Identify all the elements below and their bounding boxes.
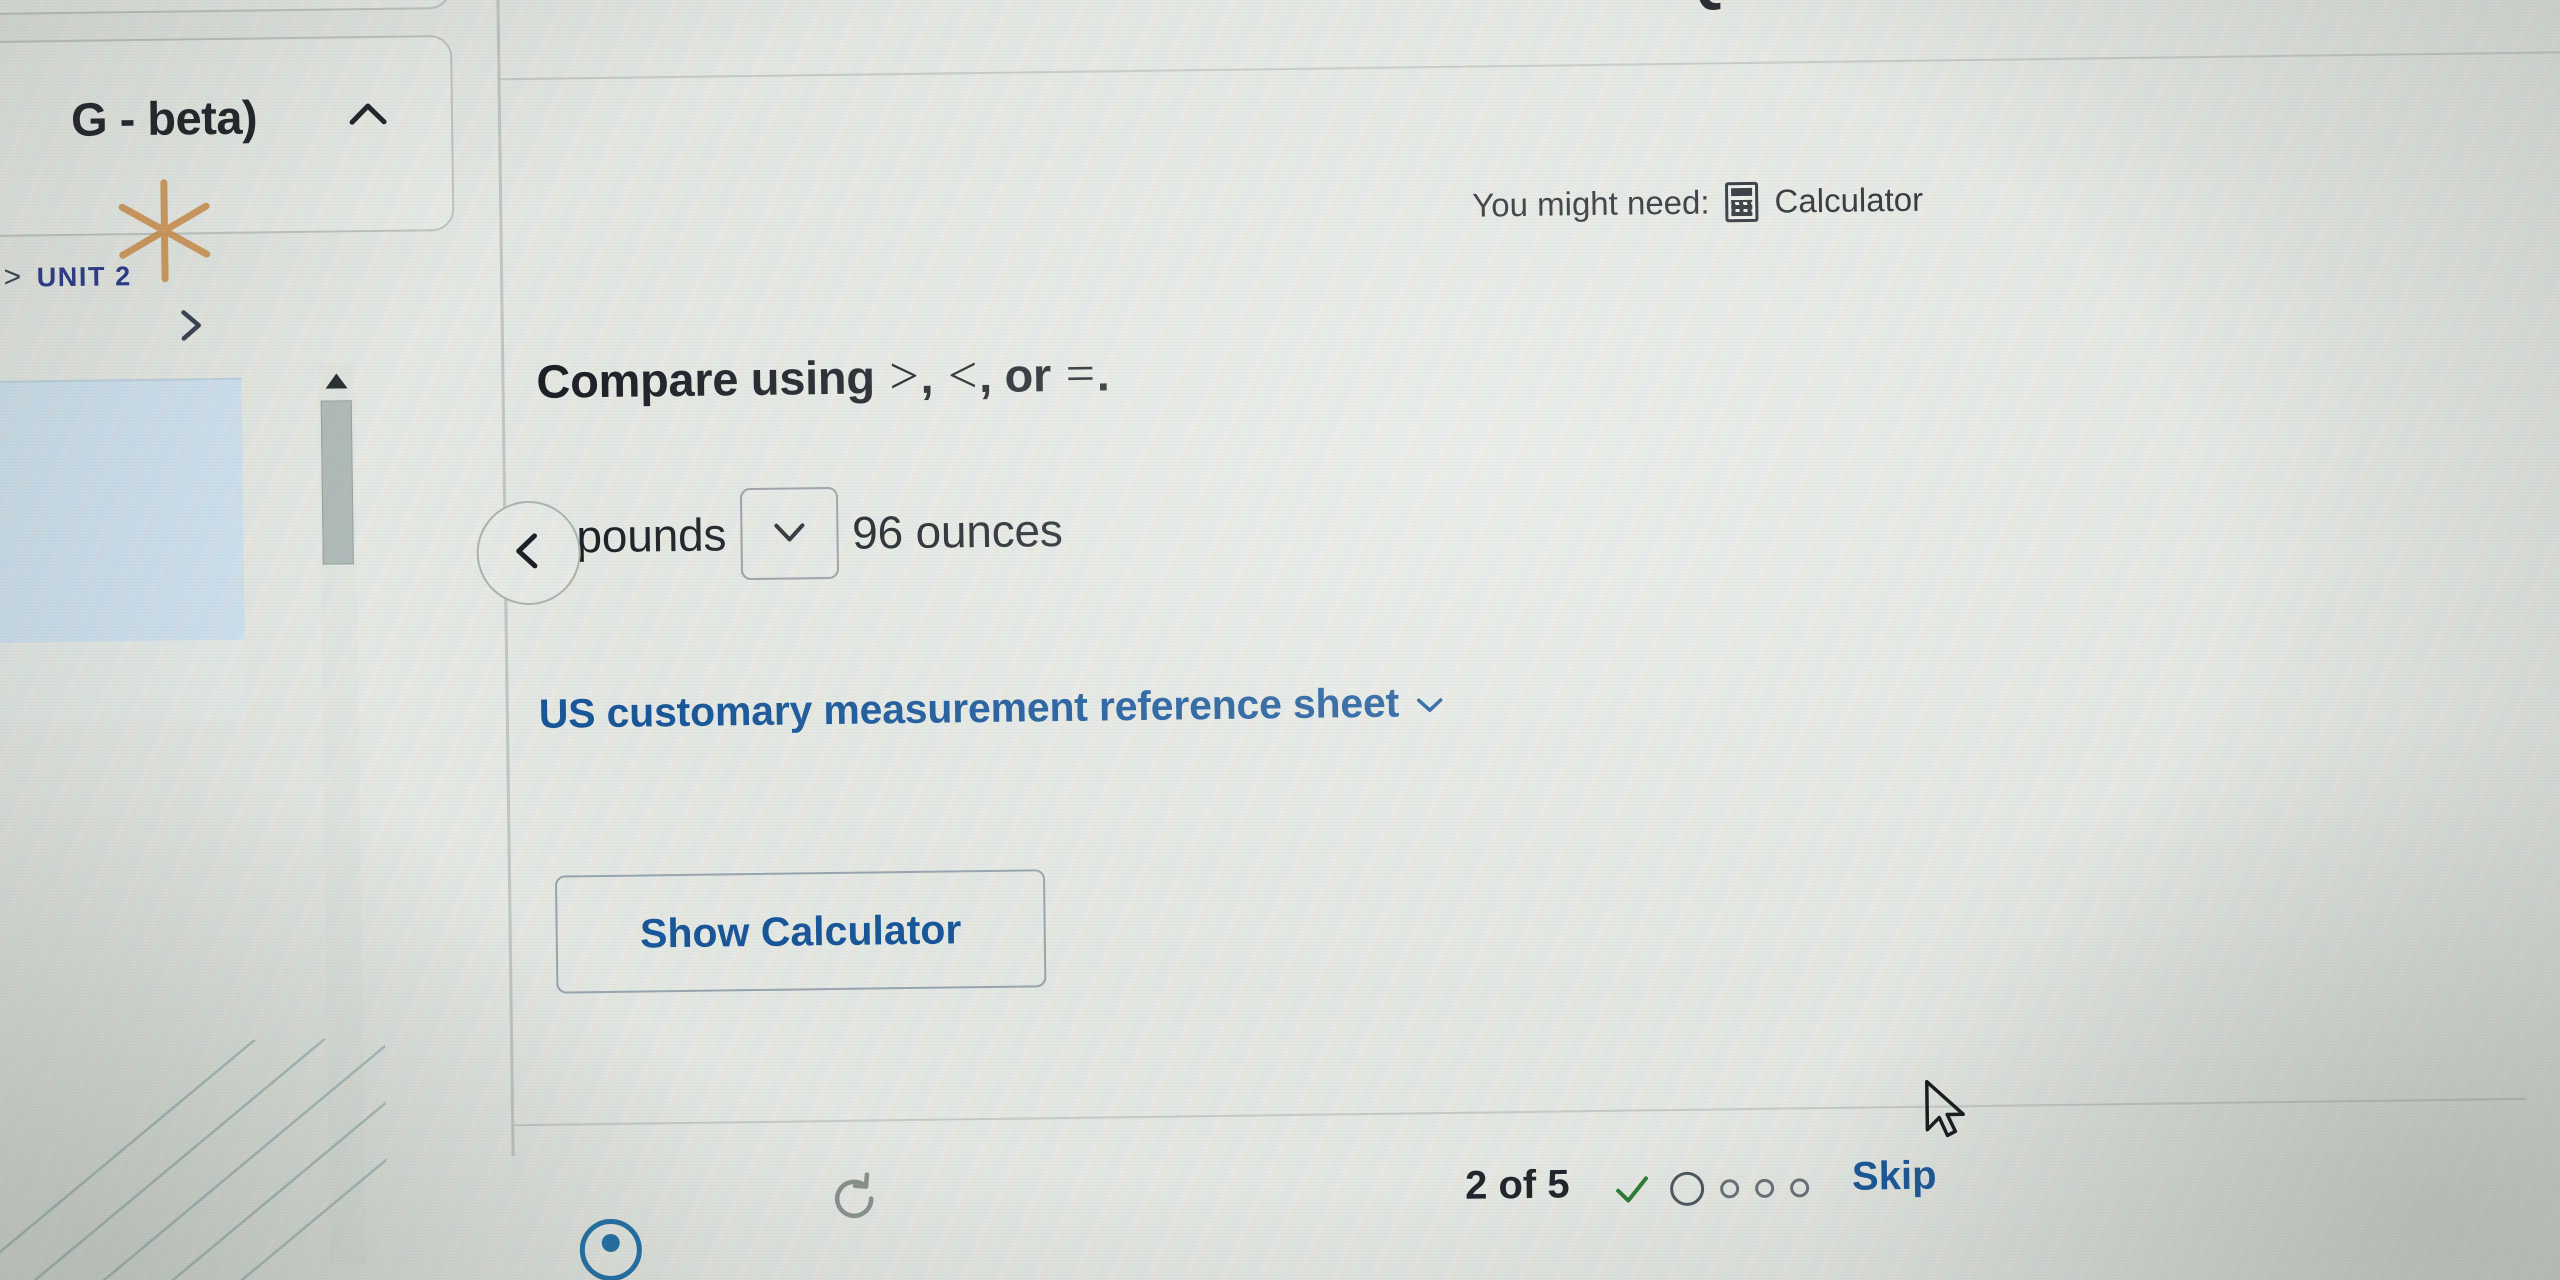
reference-sheet-label: US customary measurement reference sheet <box>538 679 1400 737</box>
reference-sheet-link[interactable]: US customary measurement reference sheet <box>539 679 1448 738</box>
sidebar: G - beta) ... > UNIT 2 <box>0 0 514 1280</box>
main-content: Quiz 2 You might need: Calculator Compar… <box>476 0 2560 1280</box>
chevron-right-icon[interactable] <box>167 302 214 349</box>
scrollbar-thumb[interactable] <box>320 400 354 565</box>
comparator-dropdown[interactable] <box>739 486 839 581</box>
progress-dot[interactable] <box>1755 1178 1775 1198</box>
symbol-greater: > <box>889 347 919 406</box>
progress-dots <box>1612 1167 1810 1210</box>
scroll-up-arrow-icon[interactable] <box>322 368 350 394</box>
chevron-down-icon <box>766 506 813 561</box>
progress-dot[interactable] <box>1790 1177 1810 1197</box>
answer-row: 8 pounds 96 ounces <box>538 484 1063 583</box>
screen-surface: G - beta) ... > UNIT 2 <box>0 0 2560 1280</box>
restart-icon[interactable] <box>827 1171 882 1226</box>
prompt-comma-2: , or <box>978 348 1052 403</box>
progress-dot[interactable] <box>1720 1178 1740 1198</box>
skip-button[interactable]: Skip <box>1852 1154 1937 1200</box>
page-title: Quiz 2 <box>1677 0 1867 13</box>
previous-question-button[interactable] <box>476 500 582 606</box>
decorative-star-icon <box>104 170 226 292</box>
sidebar-task-panel <box>0 377 245 646</box>
check-icon <box>1612 1169 1653 1210</box>
photographed-screen: G - beta) ... > UNIT 2 <box>0 0 2560 1280</box>
prompt-period: . <box>1096 347 1110 401</box>
progress-label: 2 of 5 <box>1464 1162 1570 1208</box>
course-title: G - beta) <box>70 90 258 146</box>
symbol-less: < <box>947 347 978 405</box>
chevron-up-icon[interactable] <box>338 90 399 141</box>
breadcrumb-separator: > <box>3 260 23 294</box>
user-avatar-icon[interactable] <box>579 1218 643 1280</box>
prompt-comma-1: , <box>920 349 934 403</box>
question-prompt: Compare using >, <, or =. <box>536 344 1110 410</box>
chevron-down-icon <box>1413 679 1448 726</box>
prompt-prefix: Compare using <box>536 350 876 408</box>
you-might-need-row: You might need: Calculator <box>1472 180 1923 226</box>
sidebar-task-panel-footer <box>0 639 246 726</box>
mouse-cursor-icon <box>1921 1077 1972 1146</box>
right-quantity: 96 ounces <box>851 503 1063 559</box>
decorative-streaks <box>0 1037 389 1280</box>
show-calculator-button[interactable]: Show Calculator <box>554 869 1047 994</box>
title-divider <box>500 50 2560 81</box>
chevron-left-icon <box>501 523 556 583</box>
progress-dot-current[interactable] <box>1669 1171 1705 1207</box>
symbol-equal: = <box>1065 345 1096 403</box>
you-might-need-label: You might need: <box>1472 183 1710 224</box>
calculator-icon[interactable] <box>1725 181 1759 223</box>
sidebar-card-top <box>0 0 452 18</box>
calculator-label[interactable]: Calculator <box>1774 181 1923 221</box>
